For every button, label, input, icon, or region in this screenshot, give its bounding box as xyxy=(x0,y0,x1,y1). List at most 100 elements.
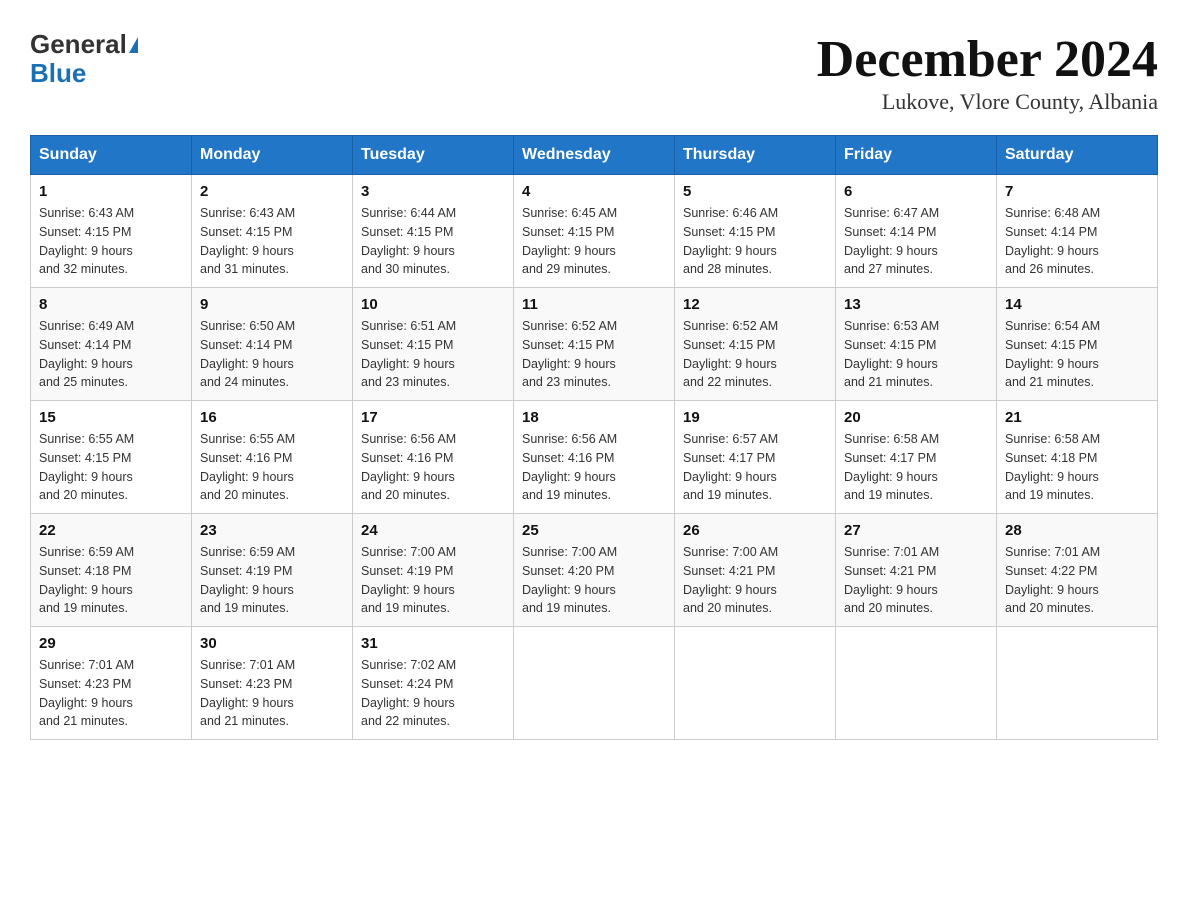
day-info: Sunrise: 6:50 AMSunset: 4:14 PMDaylight:… xyxy=(200,317,344,392)
day-info: Sunrise: 7:00 AMSunset: 4:20 PMDaylight:… xyxy=(522,543,666,618)
day-number: 11 xyxy=(522,296,666,313)
day-number: 15 xyxy=(39,409,183,426)
day-info: Sunrise: 6:55 AMSunset: 4:15 PMDaylight:… xyxy=(39,430,183,505)
calendar-cell: 18 Sunrise: 6:56 AMSunset: 4:16 PMDayligh… xyxy=(514,401,675,514)
day-number: 2 xyxy=(200,183,344,200)
logo-text: General Blue xyxy=(30,30,138,87)
calendar-cell: 22Sunrise: 6:59 AMSunset: 4:18 PMDayligh… xyxy=(31,514,192,627)
day-number: 26 xyxy=(683,522,827,539)
day-info: Sunrise: 6:56 AMSunset: 4:16 PMDaylight:… xyxy=(522,430,666,505)
day-info: Sunrise: 6:43 AMSunset: 4:15 PMDaylight:… xyxy=(200,204,344,279)
day-number: 9 xyxy=(200,296,344,313)
day-number: 24 xyxy=(361,522,505,539)
day-info: Sunrise: 6:51 AMSunset: 4:15 PMDaylight:… xyxy=(361,317,505,392)
calendar-cell: 16Sunrise: 6:55 AMSunset: 4:16 PMDayligh… xyxy=(192,401,353,514)
calendar-cell: 12Sunrise: 6:52 AMSunset: 4:15 PMDayligh… xyxy=(675,288,836,401)
calendar-cell xyxy=(675,627,836,740)
day-number: 25 xyxy=(522,522,666,539)
day-number: 3 xyxy=(361,183,505,200)
day-number: 16 xyxy=(200,409,344,426)
day-number: 14 xyxy=(1005,296,1149,313)
calendar-cell: 2 Sunrise: 6:43 AMSunset: 4:15 PMDaylight… xyxy=(192,175,353,288)
calendar-week-3: 15 Sunrise: 6:55 AMSunset: 4:15 PMDayligh… xyxy=(31,401,1158,514)
day-number: 30 xyxy=(200,635,344,652)
logo: General Blue xyxy=(30,30,138,87)
logo-general: General xyxy=(30,29,127,59)
calendar-cell: 26 Sunrise: 7:00 AMSunset: 4:21 PMDayligh… xyxy=(675,514,836,627)
calendar-cell: 17 Sunrise: 6:56 AMSunset: 4:16 PMDayligh… xyxy=(353,401,514,514)
day-number: 6 xyxy=(844,183,988,200)
day-number: 8 xyxy=(39,296,183,313)
calendar-cell: 11 Sunrise: 6:52 AMSunset: 4:15 PMDayligh… xyxy=(514,288,675,401)
calendar-cell: 3 Sunrise: 6:44 AMSunset: 4:15 PMDaylight… xyxy=(353,175,514,288)
day-info: Sunrise: 7:00 AMSunset: 4:21 PMDaylight:… xyxy=(683,543,827,618)
calendar-cell: 20 Sunrise: 6:58 AMSunset: 4:17 PMDayligh… xyxy=(836,401,997,514)
day-info: Sunrise: 6:56 AMSunset: 4:16 PMDaylight:… xyxy=(361,430,505,505)
day-info: Sunrise: 7:01 AMSunset: 4:22 PMDaylight:… xyxy=(1005,543,1149,618)
calendar-cell: 24 Sunrise: 7:00 AMSunset: 4:19 PMDayligh… xyxy=(353,514,514,627)
header-sunday: Sunday xyxy=(31,136,192,175)
day-number: 10 xyxy=(361,296,505,313)
header-saturday: Saturday xyxy=(997,136,1158,175)
calendar-cell: 5Sunrise: 6:46 AMSunset: 4:15 PMDaylight… xyxy=(675,175,836,288)
calendar-cell: 7 Sunrise: 6:48 AMSunset: 4:14 PMDaylight… xyxy=(997,175,1158,288)
day-info: Sunrise: 6:57 AMSunset: 4:17 PMDaylight:… xyxy=(683,430,827,505)
day-number: 7 xyxy=(1005,183,1149,200)
calendar-cell: 8 Sunrise: 6:49 AMSunset: 4:14 PMDaylight… xyxy=(31,288,192,401)
calendar-week-2: 8 Sunrise: 6:49 AMSunset: 4:14 PMDaylight… xyxy=(31,288,1158,401)
day-number: 23 xyxy=(200,522,344,539)
day-number: 5 xyxy=(683,183,827,200)
calendar-cell xyxy=(514,627,675,740)
day-info: Sunrise: 6:53 AMSunset: 4:15 PMDaylight:… xyxy=(844,317,988,392)
day-number: 13 xyxy=(844,296,988,313)
day-info: Sunrise: 6:49 AMSunset: 4:14 PMDaylight:… xyxy=(39,317,183,392)
header-wednesday: Wednesday xyxy=(514,136,675,175)
day-number: 17 xyxy=(361,409,505,426)
day-number: 27 xyxy=(844,522,988,539)
day-info: Sunrise: 7:01 AMSunset: 4:23 PMDaylight:… xyxy=(200,656,344,731)
day-info: Sunrise: 6:58 AMSunset: 4:17 PMDaylight:… xyxy=(844,430,988,505)
header-tuesday: Tuesday xyxy=(353,136,514,175)
calendar-cell: 15 Sunrise: 6:55 AMSunset: 4:15 PMDayligh… xyxy=(31,401,192,514)
calendar-cell: 27Sunrise: 7:01 AMSunset: 4:21 PMDayligh… xyxy=(836,514,997,627)
logo-blue: Blue xyxy=(30,58,86,88)
logo-triangle-icon xyxy=(129,37,138,53)
calendar-cell: 13 Sunrise: 6:53 AMSunset: 4:15 PMDayligh… xyxy=(836,288,997,401)
header-monday: Monday xyxy=(192,136,353,175)
day-number: 4 xyxy=(522,183,666,200)
day-number: 12 xyxy=(683,296,827,313)
day-info: Sunrise: 6:52 AMSunset: 4:15 PMDaylight:… xyxy=(522,317,666,392)
calendar-table: Sunday Monday Tuesday Wednesday Thursday… xyxy=(30,135,1158,740)
day-info: Sunrise: 6:44 AMSunset: 4:15 PMDaylight:… xyxy=(361,204,505,279)
day-info: Sunrise: 6:54 AMSunset: 4:15 PMDaylight:… xyxy=(1005,317,1149,392)
calendar-cell: 6Sunrise: 6:47 AMSunset: 4:14 PMDaylight… xyxy=(836,175,997,288)
day-number: 31 xyxy=(361,635,505,652)
day-number: 1 xyxy=(39,183,183,200)
calendar-cell: 29Sunrise: 7:01 AMSunset: 4:23 PMDayligh… xyxy=(31,627,192,740)
location-subtitle: Lukove, Vlore County, Albania xyxy=(817,89,1158,115)
calendar-cell: 19Sunrise: 6:57 AMSunset: 4:17 PMDayligh… xyxy=(675,401,836,514)
header-friday: Friday xyxy=(836,136,997,175)
day-number: 22 xyxy=(39,522,183,539)
day-info: Sunrise: 6:48 AMSunset: 4:14 PMDaylight:… xyxy=(1005,204,1149,279)
day-number: 20 xyxy=(844,409,988,426)
calendar-cell: 4 Sunrise: 6:45 AMSunset: 4:15 PMDaylight… xyxy=(514,175,675,288)
day-info: Sunrise: 7:00 AMSunset: 4:19 PMDaylight:… xyxy=(361,543,505,618)
day-info: Sunrise: 6:45 AMSunset: 4:15 PMDaylight:… xyxy=(522,204,666,279)
day-number: 29 xyxy=(39,635,183,652)
calendar-cell xyxy=(836,627,997,740)
day-number: 18 xyxy=(522,409,666,426)
calendar-cell: 1Sunrise: 6:43 AMSunset: 4:15 PMDaylight… xyxy=(31,175,192,288)
calendar-cell: 21 Sunrise: 6:58 AMSunset: 4:18 PMDayligh… xyxy=(997,401,1158,514)
day-info: Sunrise: 6:59 AMSunset: 4:19 PMDaylight:… xyxy=(200,543,344,618)
calendar-cell: 14 Sunrise: 6:54 AMSunset: 4:15 PMDayligh… xyxy=(997,288,1158,401)
day-info: Sunrise: 7:02 AMSunset: 4:24 PMDaylight:… xyxy=(361,656,505,731)
calendar-cell: 23 Sunrise: 6:59 AMSunset: 4:19 PMDayligh… xyxy=(192,514,353,627)
day-info: Sunrise: 6:58 AMSunset: 4:18 PMDaylight:… xyxy=(1005,430,1149,505)
calendar-header-row: Sunday Monday Tuesday Wednesday Thursday… xyxy=(31,136,1158,175)
day-number: 21 xyxy=(1005,409,1149,426)
day-number: 28 xyxy=(1005,522,1149,539)
calendar-week-5: 29 Sunrise: 7:01 AMSunset: 4:23 PMDayligh… xyxy=(31,627,1158,740)
calendar-cell: 31 Sunrise: 7:02 AMSunset: 4:24 PMDayligh… xyxy=(353,627,514,740)
calendar-week-1: 1 Sunrise: 6:43 AMSunset: 4:15 PMDaylight… xyxy=(31,175,1158,288)
